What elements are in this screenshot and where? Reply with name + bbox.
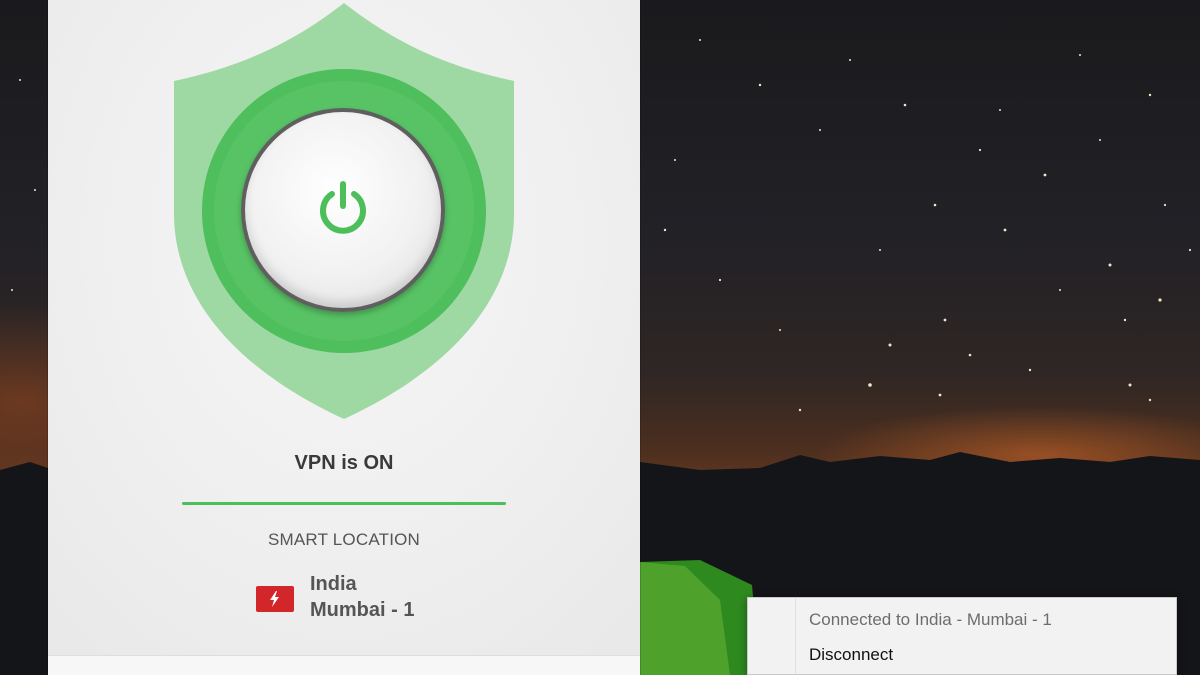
smart-location-heading: SMART LOCATION — [267, 530, 421, 549]
menu-icon-gutter — [748, 598, 796, 674]
location-country: India — [310, 573, 357, 595]
india-flag-icon — [256, 586, 294, 612]
status-indicator-line — [182, 502, 506, 505]
location-selector[interactable]: India Mumbai - 1 — [252, 572, 452, 628]
lightning-icon — [270, 591, 279, 607]
power-icon — [320, 181, 366, 234]
window-footer — [48, 655, 640, 675]
power-button[interactable] — [241, 108, 445, 312]
vpn-status-text: VPN is ON — [294, 452, 394, 474]
vpn-app-window: VPN is ON SMART LOCATION India Mumbai - … — [48, 0, 640, 675]
tray-context-menu: Connected to India - Mumbai - 1 Disconne… — [747, 597, 1177, 675]
menu-item-disconnect[interactable]: Disconnect — [796, 638, 1176, 672]
menu-item-connection-status: Connected to India - Mumbai - 1 — [809, 610, 1052, 629]
location-city: Mumbai - 1 — [310, 599, 415, 621]
